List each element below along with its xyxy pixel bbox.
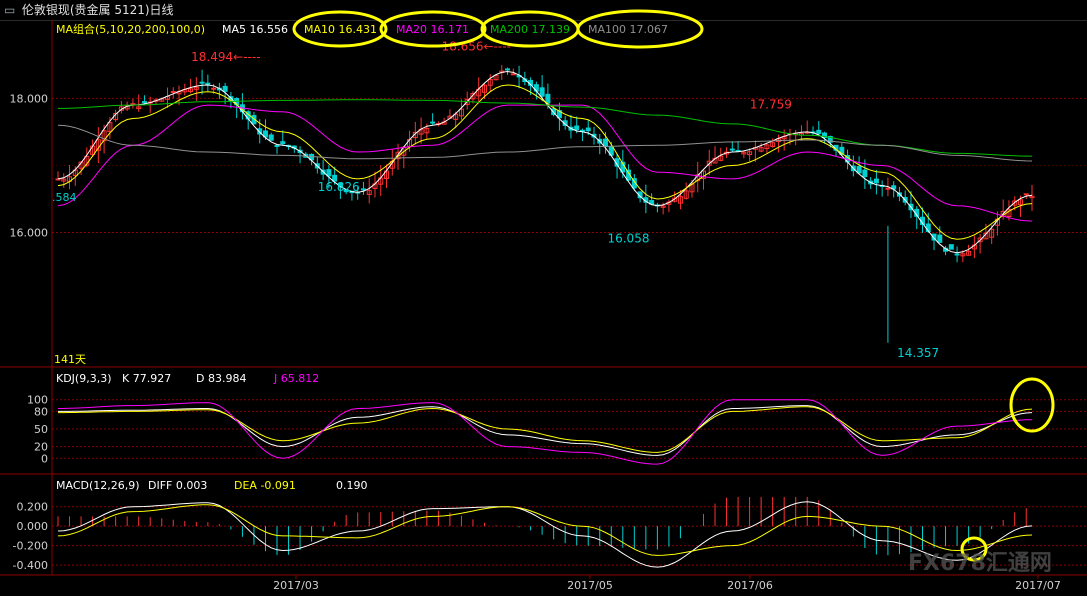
price-annotation-l3: 14.357 xyxy=(897,346,939,360)
candle-down xyxy=(574,125,580,131)
kdj-legend-item: J 65.812 xyxy=(273,372,319,385)
main-y-ticks: 18.000 16.000 xyxy=(10,92,49,239)
candle-down xyxy=(539,87,545,97)
kdj-line-k xyxy=(58,405,1033,456)
x-axis-label: 2017/07 xyxy=(1015,579,1061,592)
macd-y-tick-label: 0.000 xyxy=(17,520,49,533)
macd-legend-item: 0.190 xyxy=(336,479,368,492)
ma-legend-item: MA10 16.431 xyxy=(304,23,377,36)
bar-count-label: 141天 xyxy=(54,353,86,366)
kdj-lines xyxy=(58,399,1033,465)
candle-down xyxy=(274,144,280,148)
ma-legend-item: MA20 16.171 xyxy=(396,23,469,36)
kdj-line-d xyxy=(58,406,1033,453)
x-axis-label: 2017/06 xyxy=(727,579,773,592)
ma-legend-item: MA200 17.139 xyxy=(490,23,570,36)
price-annotation-h3: 17.759 xyxy=(750,98,792,112)
candle-down xyxy=(199,81,205,84)
candle-down xyxy=(948,244,954,250)
left-value-label: .584 xyxy=(52,191,77,204)
ma-line-ma20 xyxy=(57,104,1033,222)
candle-down xyxy=(205,82,211,85)
candle-up xyxy=(170,91,176,94)
candle-up xyxy=(510,73,516,76)
candle-down xyxy=(585,127,591,132)
kdj-legend-item: D 83.984 xyxy=(196,372,246,385)
chart-window: ▭ 伦敦银现(贵金属 5121)日线 18.000 16.000 18.494←-… xyxy=(0,0,1087,596)
x-axis-label: 2017/03 xyxy=(273,579,319,592)
candle-up xyxy=(885,187,891,190)
price-annotations: 18.494←----18.656←----17.75916.82616.058… xyxy=(191,39,939,359)
macd-dea-line xyxy=(57,504,1033,556)
macd-legend: MACD(12,26,9) DIFF 0.003 DEA -0.091 0.190 xyxy=(56,479,368,492)
main-y-tick-label: 16.000 xyxy=(10,227,49,240)
price-annotation-h1: 18.494←---- xyxy=(191,50,260,64)
chart-canvas: 18.00016.000 18.494←----18.656←----17.75… xyxy=(0,9,1087,592)
ma-line-ma100 xyxy=(57,124,1033,162)
macd-y-tick-label: -0.400 xyxy=(13,559,48,572)
candle-down xyxy=(280,141,286,145)
kdj-y-ticks: 1008050200 xyxy=(27,394,48,466)
price-annotation-l2: 16.058 xyxy=(607,232,649,246)
ma-legend-prefix: MA组合(5,10,20,200,100,0) xyxy=(56,22,205,36)
kdj-y-tick-label: 0 xyxy=(41,452,48,465)
ma-line-ma10 xyxy=(57,84,1033,240)
candlesticks xyxy=(55,64,1035,343)
ma-line-ma200 xyxy=(58,99,1032,157)
price-annotation-l1: 16.826 xyxy=(318,180,360,194)
highlight-kdj-end xyxy=(1009,377,1055,433)
candle-down xyxy=(862,169,868,177)
ma-legend-item: MA5 16.556 xyxy=(222,23,288,36)
macd-y-tick-label: -0.200 xyxy=(13,540,48,553)
ma-legend-item: MA100 17.067 xyxy=(588,23,668,36)
macd-legend-item: DIFF 0.003 xyxy=(148,479,207,492)
candle-down xyxy=(141,101,147,104)
kdj-legend: KDJ(9,3,3) K 77.927 D 83.984 J 65.812 xyxy=(56,372,319,385)
macd-y-tick-label: 0.200 xyxy=(17,501,49,514)
x-axis-labels: 2017/03 2017/05 2017/06 2017/07 xyxy=(273,575,1061,592)
candle-down xyxy=(873,178,879,184)
candle-down xyxy=(326,169,332,177)
watermark: FX678汇通网 xyxy=(908,551,1052,576)
candle-down xyxy=(937,234,943,243)
kdj-y-tick-label: 50 xyxy=(34,423,48,436)
main-gridlines xyxy=(52,97,1087,234)
candle-up xyxy=(211,87,217,90)
kdj-legend-item: K 77.927 xyxy=(122,372,171,385)
x-axis-label: 2017/05 xyxy=(567,579,613,592)
macd-diff-line xyxy=(57,501,1033,568)
kdj-y-tick-label: 80 xyxy=(34,405,48,418)
highlight-circles xyxy=(292,9,1055,562)
macd-lines xyxy=(57,501,1033,568)
candle-down xyxy=(268,134,274,141)
kdj-legend-item: KDJ(9,3,3) xyxy=(56,372,112,385)
macd-legend-item: DEA -0.091 xyxy=(234,479,296,492)
candle-down xyxy=(430,121,436,124)
candle-down xyxy=(505,68,511,71)
candle-down xyxy=(360,188,366,191)
macd-y-ticks: 0.200 0.000 -0.200 -0.400 xyxy=(13,501,48,572)
candle-down xyxy=(222,85,228,92)
candle-up xyxy=(1023,193,1029,196)
macd-legend-item: MACD(12,26,9) xyxy=(56,479,140,492)
candle-down xyxy=(954,253,960,256)
candle-down xyxy=(816,129,822,135)
candle-down xyxy=(729,148,735,151)
main-y-tick-label: 18.000 xyxy=(10,92,49,105)
candle-down xyxy=(545,93,551,104)
